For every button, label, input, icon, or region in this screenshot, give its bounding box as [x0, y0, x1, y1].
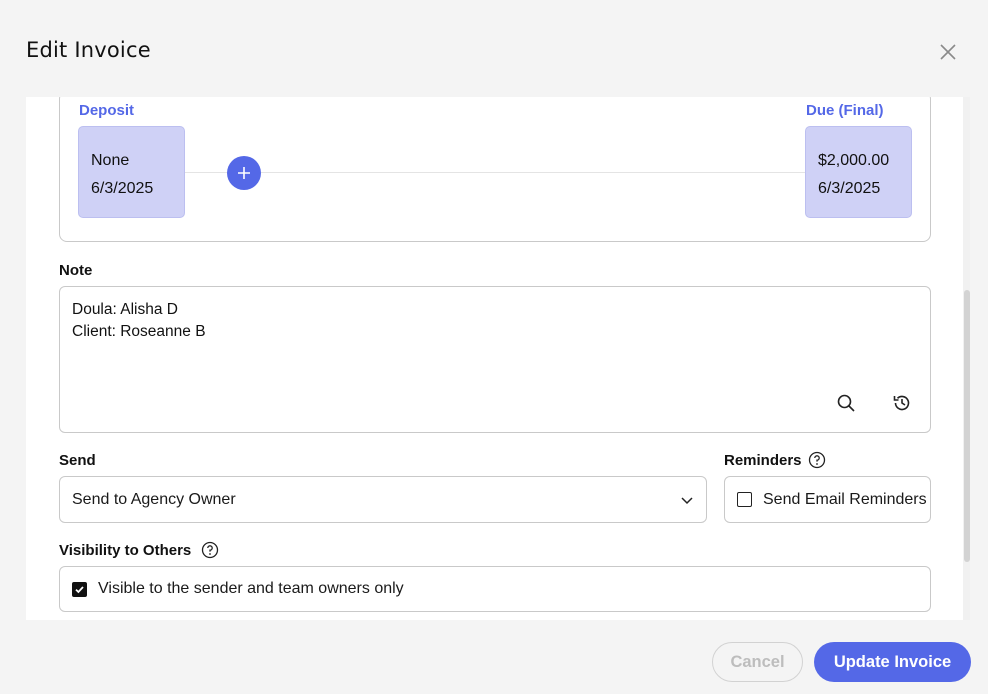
help-icon[interactable]	[808, 451, 826, 469]
send-select[interactable]: Send to Agency Owner	[59, 476, 707, 523]
note-textarea[interactable]: Doula: Alisha D Client: Roseanne B	[59, 286, 931, 433]
deposit-label: Deposit	[79, 102, 135, 119]
final-label: Due (Final)	[806, 102, 884, 119]
invoice-form-panel: Deposit Due (Final) None 6/3/2025 $2,000…	[26, 97, 970, 620]
deposit-card[interactable]: None 6/3/2025	[78, 126, 185, 218]
chevron-down-icon	[681, 496, 693, 504]
checkmark-icon	[75, 585, 84, 593]
email-reminders-toggle[interactable]: Send Email Reminders	[724, 476, 931, 523]
cancel-button[interactable]: Cancel	[712, 642, 803, 682]
visibility-checkbox-label: Visible to the sender and team owners on…	[98, 580, 404, 597]
update-invoice-button[interactable]: Update Invoice	[814, 642, 971, 682]
plus-icon	[238, 167, 250, 179]
history-icon[interactable]	[891, 392, 913, 414]
final-date: 6/3/2025	[818, 180, 881, 197]
deposit-date: 6/3/2025	[91, 180, 154, 197]
search-icon[interactable]	[835, 392, 857, 414]
final-card[interactable]: $2,000.00 6/3/2025	[805, 126, 912, 218]
modal-title: Edit Invoice	[26, 38, 151, 62]
visibility-label: Visibility to Others	[59, 542, 192, 559]
reminders-checkbox[interactable]	[737, 492, 752, 507]
note-line: Doula: Alisha D	[72, 301, 178, 318]
note-line: Client: Roseanne B	[72, 323, 206, 340]
close-icon[interactable]	[936, 40, 960, 64]
visibility-checkbox[interactable]	[72, 581, 87, 597]
note-label: Note	[59, 262, 93, 279]
reminders-checkbox-label: Send Email Reminders	[763, 490, 927, 508]
visibility-toggle[interactable]: Visible to the sender and team owners on…	[59, 566, 931, 612]
add-payment-button[interactable]	[227, 156, 261, 190]
scrollbar-thumb[interactable]	[964, 290, 970, 562]
help-icon[interactable]	[201, 541, 219, 559]
final-amount: $2,000.00	[818, 152, 890, 169]
send-label: Send	[59, 452, 96, 469]
deposit-amount: None	[91, 152, 130, 169]
timeline-line	[184, 172, 806, 173]
payment-schedule: Deposit Due (Final) None 6/3/2025 $2,000…	[59, 97, 931, 242]
reminders-label: Reminders	[724, 452, 802, 469]
send-selected-value: Send to Agency Owner	[72, 490, 236, 508]
